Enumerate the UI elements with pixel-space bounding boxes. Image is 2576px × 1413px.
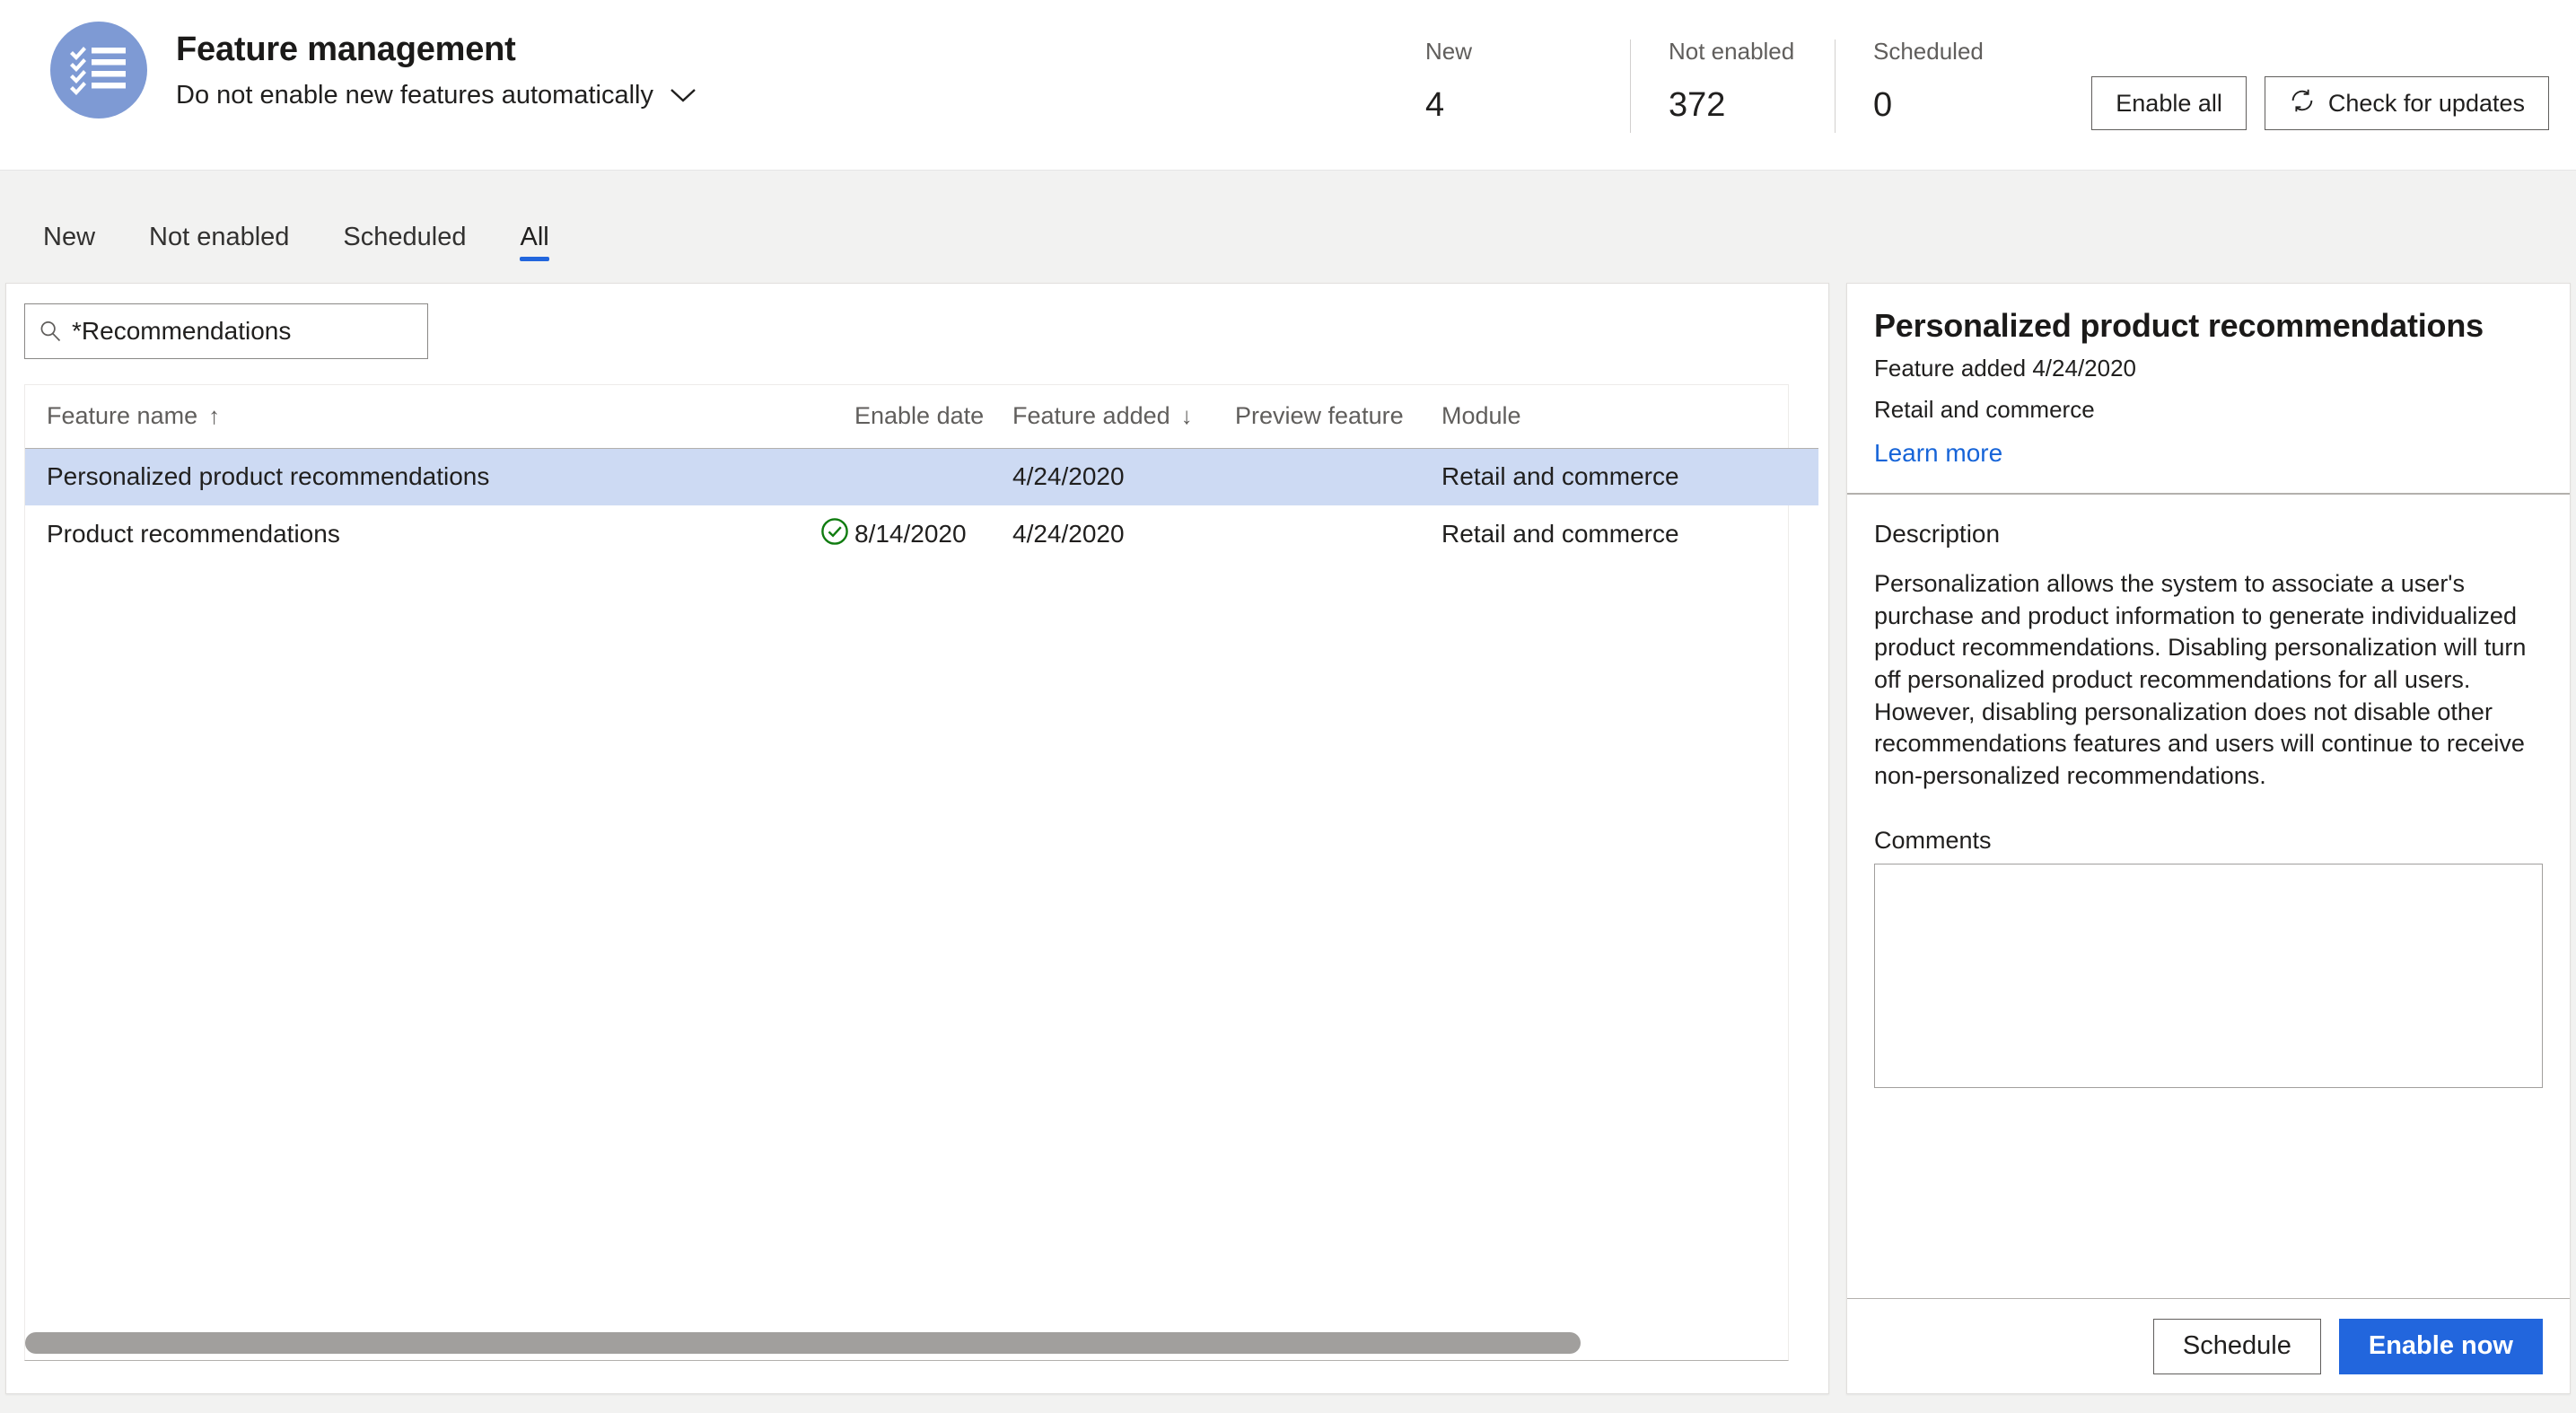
horizontal-scrollbar-thumb[interactable] [25, 1332, 1581, 1354]
stat-new-value: 4 [1425, 86, 1445, 124]
enable-all-button[interactable]: Enable all [2091, 76, 2247, 130]
tab-new[interactable]: New [16, 224, 122, 274]
table-row[interactable]: Product recommendations 8/14/2020 4/24/2… [25, 505, 1818, 563]
cell-feature-added: 4/24/2020 [1012, 448, 1235, 505]
feature-management-page: Feature management Do not enable new fea… [0, 0, 2576, 1413]
filter-tabs: New Not enabled Scheduled All [0, 171, 2576, 274]
cell-feature-name: Product recommendations [47, 520, 340, 548]
header-actions: Enable all Check for updates [2091, 76, 2549, 130]
detail-header: Personalized product recommendations Fea… [1847, 284, 2570, 493]
cell-feature-added: 4/24/2020 [1012, 520, 1125, 548]
search-area [6, 284, 1828, 359]
search-box[interactable] [24, 303, 428, 359]
stat-not-enabled: Not enabled 372 [1630, 39, 1835, 133]
table-header-row: Feature name ↑ Enable date Feature added ↓… [25, 385, 1818, 449]
cell-status [815, 448, 854, 505]
column-header-enable-date-label: Enable date [854, 402, 985, 430]
tab-all[interactable]: All [493, 224, 575, 274]
search-input[interactable] [72, 317, 415, 346]
auto-enable-label: Do not enable new features automatically [176, 80, 653, 110]
enable-now-button[interactable]: Enable now [2338, 1318, 2543, 1374]
cell-feature-name: Personalized product recommendations [25, 448, 815, 505]
page-title: Feature management [176, 31, 516, 68]
header-stats: New 4 Not enabled 372 Scheduled 0 [1425, 39, 2039, 133]
column-header-feature-added-label: Feature added [1012, 402, 1170, 430]
search-icon [38, 319, 63, 344]
refresh-icon [2289, 87, 2316, 120]
schedule-label: Schedule [2182, 1331, 2291, 1360]
stat-new: New 4 [1425, 39, 1630, 133]
stat-scheduled: Scheduled 0 [1835, 39, 2039, 133]
horizontal-scrollbar[interactable] [25, 1332, 1809, 1354]
feature-list-panel: Feature name ↑ Enable date Feature added ↓… [5, 283, 1829, 1394]
detail-feature-added: Feature added 4/24/2020 [1874, 355, 2137, 382]
column-header-module[interactable]: Module [1441, 385, 1818, 449]
stat-not-enabled-value: 372 [1669, 86, 1726, 124]
check-circle-icon [819, 516, 850, 547]
sort-desc-icon: ↓ [1180, 402, 1193, 430]
cell-status [815, 505, 854, 563]
tab-scheduled[interactable]: Scheduled [316, 224, 493, 274]
stat-scheduled-value: 0 [1873, 86, 1893, 124]
enable-all-label: Enable all [2116, 89, 2222, 117]
cell-module: Retail and commerce [1441, 448, 1818, 505]
cell-enable-date: 8/14/2020 [854, 520, 967, 548]
cell-module: Retail and commerce [1441, 520, 1679, 548]
header-identity: Feature management Do not enable new fea… [50, 22, 697, 118]
column-header-enable-date[interactable]: Enable date [854, 385, 1012, 449]
tab-not-enabled[interactable]: Not enabled [122, 224, 316, 274]
column-header-feature-name[interactable]: Feature name ↑ [25, 385, 815, 449]
table-row[interactable]: Personalized product recommendations 4/2… [25, 448, 1818, 505]
stat-scheduled-label: Scheduled [1873, 38, 1984, 65]
tab-new-label: New [43, 223, 96, 251]
stat-new-label: New [1425, 38, 1473, 65]
tab-not-enabled-label: Not enabled [149, 223, 290, 251]
column-header-feature-name-label: Feature name [47, 402, 198, 430]
header-title-block: Feature management Do not enable new fea… [176, 22, 697, 110]
page-header: Feature management Do not enable new fea… [0, 0, 2576, 171]
auto-enable-dropdown[interactable]: Do not enable new features automatically [176, 81, 697, 110]
feature-table: Feature name ↑ Enable date Feature added ↓… [25, 385, 1818, 563]
comments-label: Comments [1874, 826, 1992, 854]
feature-detail-panel: Personalized product recommendations Fea… [1846, 283, 2571, 1394]
comments-input[interactable] [1874, 863, 2543, 1088]
cell-preview-feature [1235, 505, 1441, 563]
tab-scheduled-label: Scheduled [343, 223, 467, 251]
detail-footer: Schedule Enable now [1847, 1298, 2570, 1393]
learn-more-link[interactable]: Learn more [1874, 439, 2002, 468]
detail-module: Retail and commerce [1874, 396, 2095, 424]
cell-enable-date [854, 448, 1012, 505]
column-header-preview-feature[interactable]: Preview feature [1235, 385, 1441, 449]
main-content: Feature name ↑ Enable date Feature added ↓… [0, 274, 2576, 1413]
check-for-updates-label: Check for updates [2327, 89, 2525, 117]
sort-asc-icon: ↑ [208, 402, 221, 430]
check-for-updates-button[interactable]: Check for updates [2264, 76, 2549, 130]
schedule-button[interactable]: Schedule [2152, 1318, 2321, 1374]
description-text: Personalization allows the system to ass… [1874, 570, 2527, 789]
checklist-icon [50, 22, 147, 118]
column-header-status[interactable] [815, 385, 854, 449]
stat-not-enabled-label: Not enabled [1669, 38, 1795, 65]
enable-now-label: Enable now [2368, 1331, 2513, 1360]
description-label: Description [1874, 520, 2001, 549]
feature-grid: Feature name ↑ Enable date Feature added ↓… [24, 384, 1818, 1361]
detail-title: Personalized product recommendations [1874, 307, 2484, 344]
tab-all-label: All [520, 223, 549, 251]
cell-preview-feature [1235, 448, 1441, 505]
column-header-feature-added[interactable]: Feature added ↓ [1012, 385, 1235, 449]
detail-body: Description Personalization allows the s… [1847, 495, 2570, 1298]
chevron-down-icon[interactable] [670, 87, 697, 103]
column-header-module-label: Module [1441, 402, 1521, 430]
column-header-preview-feature-label: Preview feature [1235, 402, 1404, 430]
